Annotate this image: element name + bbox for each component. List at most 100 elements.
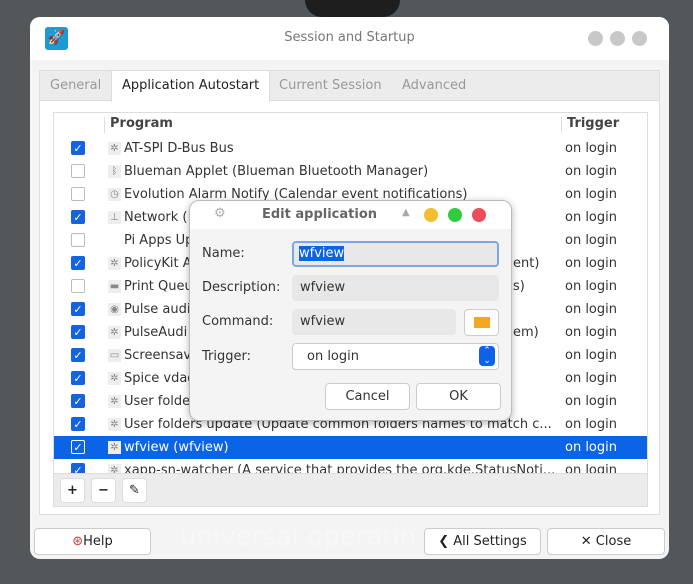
minimize-button[interactable] — [588, 31, 603, 46]
edit-application-dialog: ⚙ Edit application ▲ Name: wfview Descri… — [189, 200, 512, 421]
all-settings-button[interactable]: ❮ All Settings — [424, 528, 541, 555]
help-button[interactable]: ⊛Help — [34, 528, 151, 555]
folder-icon — [473, 317, 490, 328]
gear-icon: ✲ — [108, 326, 121, 339]
shade-icon[interactable]: ▲ — [402, 207, 410, 218]
dialog-minimize-button[interactable] — [424, 208, 438, 222]
screen-icon: ▭ — [108, 349, 121, 362]
enabled-checkbox[interactable]: ✓ — [71, 256, 85, 270]
close-icon: ✕ — [580, 534, 596, 549]
enabled-checkbox[interactable]: ✓ — [71, 371, 85, 385]
list-toolbar: + − ✎ — [54, 473, 647, 506]
program-name: Spice vdag — [124, 371, 196, 386]
enabled-checkbox[interactable]: ✓ — [71, 210, 85, 224]
title-bar: 🚀 Session and Startup — [30, 17, 669, 60]
program-name: User folde — [124, 394, 191, 409]
program-name-tail: ent) — [513, 256, 540, 271]
trigger-label: Trigger: — [202, 349, 251, 364]
program-name-tail: s) — [513, 279, 525, 294]
enabled-checkbox[interactable]: ✓ — [71, 302, 85, 316]
dialog-maximize-button[interactable] — [448, 208, 462, 222]
program-name: Pi Apps Up — [124, 233, 194, 248]
close-button[interactable]: ✕ Close — [547, 528, 665, 555]
enabled-checkbox[interactable]: ✓ — [71, 325, 85, 339]
column-trigger[interactable]: Trigger — [567, 116, 619, 131]
table-row[interactable]: ✓ ✲ AT-SPI D-Bus Bus on login — [54, 137, 647, 160]
trigger-value: on login — [565, 187, 617, 202]
edit-button[interactable]: ✎ — [122, 478, 147, 503]
window-title: Session and Startup — [284, 30, 415, 45]
trigger-select[interactable]: on login ⌃ ⌄ — [292, 343, 499, 370]
enabled-checkbox[interactable]: ✓ — [71, 417, 85, 431]
dialog-title: Edit application — [262, 207, 378, 222]
gear-icon: ⚙ — [214, 206, 226, 221]
enabled-checkbox[interactable] — [71, 279, 85, 293]
list-header: Program Trigger — [54, 113, 647, 136]
program-name-tail: em) — [513, 325, 539, 340]
trigger-value: on login — [307, 349, 359, 364]
enabled-checkbox[interactable]: ✓ — [71, 348, 85, 362]
command-field[interactable]: wfview — [292, 309, 456, 335]
tab-advanced[interactable]: Advanced — [392, 71, 476, 101]
gear-icon: ✲ — [108, 257, 121, 270]
trigger-value: on login — [565, 417, 617, 432]
column-program[interactable]: Program — [110, 116, 173, 131]
trigger-value: on login — [565, 164, 617, 179]
chevron-left-icon: ❮ — [438, 534, 454, 549]
trigger-value: on login — [565, 348, 617, 363]
description-label: Description: — [202, 280, 281, 295]
trigger-value: on login — [565, 233, 617, 248]
trigger-value: on login — [565, 210, 617, 225]
name-label: Name: — [202, 246, 245, 261]
enabled-checkbox[interactable] — [71, 233, 85, 247]
trigger-value: on login — [565, 302, 617, 317]
lifebuoy-icon: ⊛ — [72, 534, 84, 549]
trigger-value: on login — [565, 440, 617, 455]
trigger-value: on login — [565, 279, 617, 294]
gear-icon: ✲ — [108, 395, 121, 408]
trigger-value: on login — [565, 325, 617, 340]
trigger-value: on login — [565, 141, 617, 156]
dialog-title-bar: ⚙ Edit application ▲ — [190, 201, 511, 229]
tab-bar: General Application Autostart Current Se… — [40, 71, 659, 102]
program-name: Network ( — [124, 210, 188, 225]
speaker-icon: ◉ — [108, 303, 121, 316]
ok-button[interactable]: OK — [416, 383, 501, 410]
bluetooth-icon: ᛒ — [108, 165, 121, 178]
enabled-checkbox[interactable]: ✓ — [71, 440, 85, 454]
add-button[interactable]: + — [60, 478, 85, 503]
command-label: Command: — [202, 314, 274, 329]
enabled-checkbox[interactable] — [71, 164, 85, 178]
name-field[interactable]: wfview — [292, 241, 499, 267]
browse-button[interactable] — [464, 309, 499, 336]
tab-current-session[interactable]: Current Session — [269, 71, 392, 101]
close-window-button[interactable] — [632, 31, 647, 46]
program-name: Blueman Applet (Blueman Bluetooth Manage… — [124, 164, 429, 179]
trigger-value: on login — [565, 371, 617, 386]
gear-icon: ✲ — [108, 441, 121, 454]
description-field[interactable]: wfview — [292, 275, 499, 301]
background-shape — [305, 0, 400, 17]
tab-application-autostart[interactable]: Application Autostart — [111, 71, 271, 102]
table-row[interactable]: ✓ ✲ wfview (wfview) on login — [54, 436, 647, 459]
help-label: Help — [83, 534, 113, 549]
maximize-button[interactable] — [610, 31, 625, 46]
gear-icon: ✲ — [108, 142, 121, 155]
updown-icon: ⌃ ⌄ — [479, 346, 495, 366]
all-settings-label: All Settings — [453, 534, 527, 549]
program-name: PulseAudi — [124, 325, 188, 340]
table-row[interactable]: ᛒ Blueman Applet (Blueman Bluetooth Manag… — [54, 160, 647, 183]
program-name: Pulse audi — [124, 302, 191, 317]
tab-general[interactable]: General — [40, 71, 111, 101]
program-name: AT-SPI D-Bus Bus — [124, 141, 234, 156]
dialog-close-button[interactable] — [472, 208, 486, 222]
gear-icon: ✲ — [108, 372, 121, 385]
remove-button[interactable]: − — [91, 478, 116, 503]
printer-icon: ▬ — [108, 280, 121, 293]
watermark-text: universal operatin — [180, 522, 417, 552]
cancel-button[interactable]: Cancel — [325, 383, 410, 410]
enabled-checkbox[interactable] — [71, 187, 85, 201]
name-value: wfview — [299, 246, 345, 261]
enabled-checkbox[interactable]: ✓ — [71, 394, 85, 408]
enabled-checkbox[interactable]: ✓ — [71, 141, 85, 155]
